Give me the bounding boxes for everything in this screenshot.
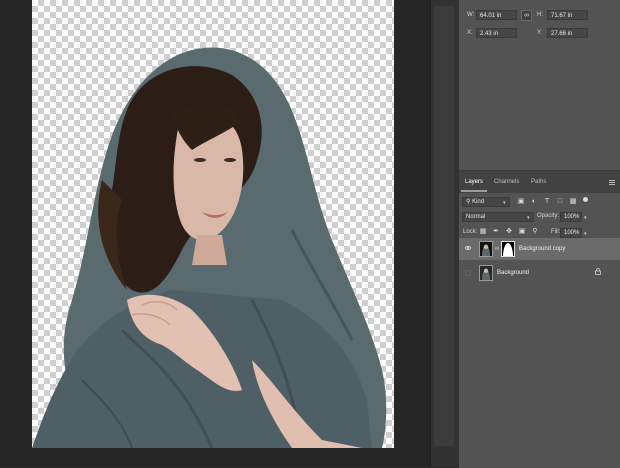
search-icon: ⚲ [466, 199, 471, 205]
layer-name[interactable]: Background copy [519, 246, 565, 252]
filter-smart-object-icon[interactable]: ▩ [569, 198, 577, 206]
filter-shape-icon[interactable]: □ [556, 198, 564, 206]
visibility-toggle-empty[interactable] [465, 270, 471, 276]
chevron-down-icon[interactable]: ▾ [584, 231, 587, 237]
blend-mode-select[interactable]: Normal [462, 212, 534, 222]
width-field[interactable]: 64.01 in [476, 10, 517, 20]
height-label: H: [537, 12, 543, 18]
link-icon[interactable]: ∞ [521, 10, 532, 21]
filter-toggle-icon[interactable] [583, 197, 588, 202]
layer-mask-thumbnail[interactable] [501, 241, 515, 257]
panel-menu-icon[interactable] [609, 180, 615, 185]
opacity-field[interactable]: 100% [560, 212, 582, 222]
filter-pixel-icon[interactable]: ▣ [517, 198, 525, 206]
right-panels: W: 64.01 in ∞ H: 71.67 in X: 2.43 in Y: … [459, 0, 620, 468]
fill-label: Fill: [551, 229, 561, 235]
lock-pixels-icon[interactable]: ✒ [492, 228, 500, 236]
x-field[interactable]: 2.43 in [476, 28, 517, 38]
layer-filter-row: ⚲ Kind ▾ ▣ ◐ T □ ▩ [459, 196, 620, 208]
layer-name[interactable]: Background [497, 270, 529, 276]
filter-type-icon[interactable]: T [543, 198, 551, 206]
width-label: W: [467, 12, 475, 18]
height-field[interactable]: 71.67 in [547, 10, 588, 20]
lock-artboard-icon[interactable]: ▣ [518, 228, 526, 236]
tab-paths[interactable]: Paths [531, 179, 546, 185]
document-canvas[interactable] [32, 0, 394, 448]
chevron-down-icon: ▾ [503, 200, 506, 206]
filter-kind-label: Kind [472, 199, 485, 205]
lock-transparent-icon[interactable]: ▦ [479, 228, 487, 236]
mask-link-icon[interactable]: ∞ [495, 246, 499, 252]
properties-panel: W: 64.01 in ∞ H: 71.67 in X: 2.43 in Y: … [459, 0, 620, 162]
x-label: X: [467, 30, 473, 36]
layer-row-background-copy[interactable]: ∞ Background copy [459, 238, 620, 260]
visibility-eye-icon[interactable] [465, 246, 471, 250]
layer-row-background[interactable]: Background [459, 262, 620, 284]
y-label: Y: [537, 30, 543, 36]
scrollbar-thumb[interactable] [434, 6, 454, 446]
tab-layers[interactable]: Layers [465, 179, 483, 185]
filter-adjustment-icon[interactable]: ◐ [530, 198, 538, 206]
layer-thumbnail [479, 241, 493, 257]
lock-icon [595, 268, 601, 275]
active-tab-indicator [461, 190, 487, 192]
fill-field[interactable]: 100% [560, 228, 582, 238]
layers-panel: Layers Channels Paths ⚲ Kind ▾ ▣ ◐ T □ ▩… [459, 170, 620, 468]
lock-position-icon[interactable]: ✥ [505, 228, 513, 236]
lock-all-icon[interactable]: ⚲ [531, 228, 539, 236]
layers-panel-tabs: Layers Channels Paths [459, 171, 620, 193]
photo-woman-in-scarf [32, 47, 387, 448]
y-field[interactable]: 27.66 in [547, 28, 588, 38]
chevron-down-icon: ▾ [527, 215, 530, 221]
layer-thumbnail [479, 265, 493, 281]
lock-label: Lock: [463, 229, 478, 235]
tab-channels[interactable]: Channels [494, 179, 519, 185]
blend-row: Normal ▾ Opacity: 100% ▾ [459, 211, 620, 223]
opacity-label: Opacity: [537, 213, 560, 219]
chevron-down-icon[interactable]: ▾ [584, 215, 587, 221]
